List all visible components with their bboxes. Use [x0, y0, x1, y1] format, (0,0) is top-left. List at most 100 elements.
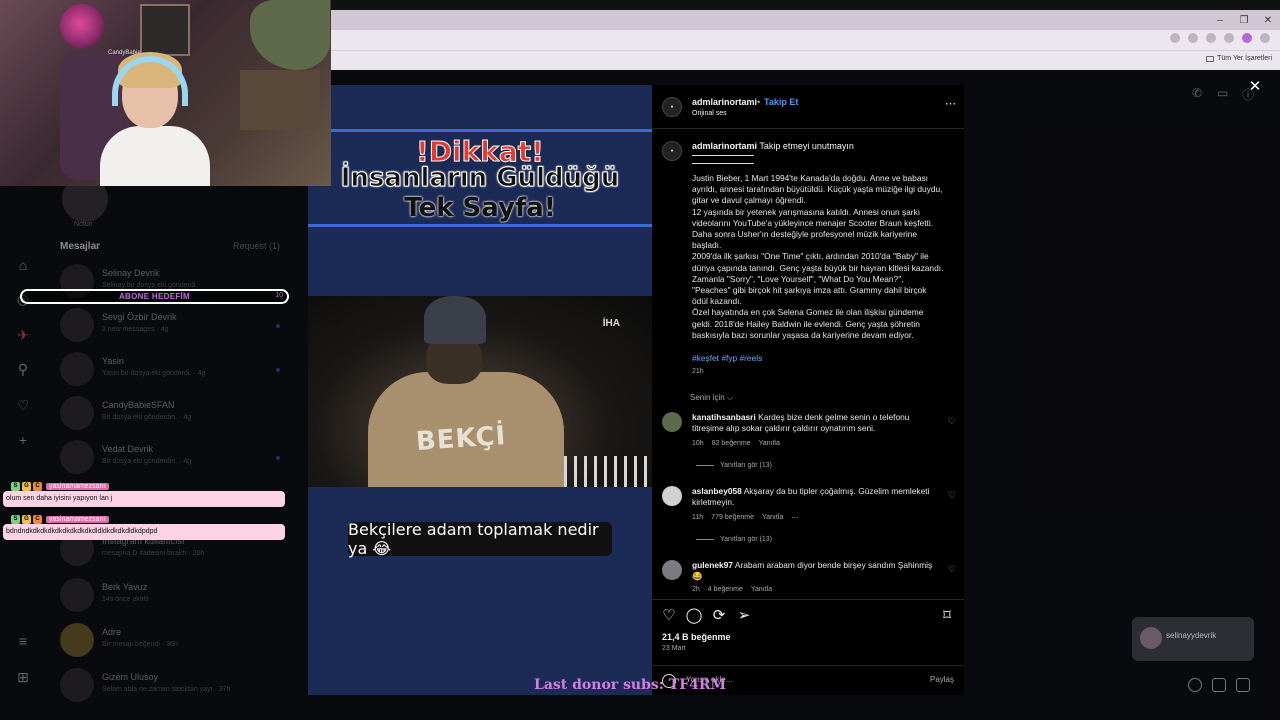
bookmarks-bar: Tüm Yer İşaretleri	[331, 50, 1280, 70]
comment-likes[interactable]: 82 beğenme	[712, 440, 751, 447]
comment-like-icon[interactable]: ♡	[948, 490, 956, 501]
chat-user-row: S G C yasinamamezsarıı	[11, 481, 109, 491]
chat-message-text: bdndndkdkdkdkdkdkdkdkdkdldldkdkdkdldkdpd…	[3, 524, 285, 540]
comment-meta: 10h 82 beğenme Yanıtla	[692, 440, 780, 447]
caption-divider	[692, 163, 754, 164]
post-panel: ● admlarinortami • Takip Et Orijinal ses…	[652, 85, 964, 695]
stream-logo	[60, 4, 104, 48]
replies-line	[696, 465, 714, 466]
minimize-button[interactable]: –	[1208, 10, 1232, 30]
comment-likes[interactable]: 779 beğenme	[711, 514, 754, 522]
caption-username[interactable]: admlarinortami	[692, 141, 757, 151]
caption-header: admlarinortami Takip etmeyi unutmayın	[692, 141, 854, 151]
chat-badge: S	[11, 481, 20, 491]
stream-logo-text: CandyBabie	[108, 50, 141, 56]
view-replies-button[interactable]: Yanıtları gör (13)	[696, 536, 772, 543]
all-bookmarks-button[interactable]: Tüm Yer İşaretleri	[1206, 55, 1272, 62]
post-media[interactable]: !Dikkat! İnsanların Güldüğü Tek Sayfa! B…	[308, 85, 652, 695]
video-call-icon: ▭	[1217, 86, 1229, 100]
video-frame[interactable]: BEKÇİ İHA	[308, 296, 652, 487]
video-uniform-text: BEKÇİ	[415, 420, 508, 458]
comment-time: 2h	[692, 586, 700, 593]
more-options-icon[interactable]: ⋯	[945, 97, 956, 110]
webcam-plant	[250, 0, 330, 70]
microphone-icon[interactable]	[1188, 678, 1202, 692]
chat-badge: G	[22, 481, 31, 491]
close-modal-icon[interactable]: ✕	[1247, 78, 1263, 95]
comment-reply-button[interactable]: Yanıtla	[751, 586, 772, 593]
extension-icon[interactable]	[1188, 33, 1198, 43]
caption-author-avatar[interactable]: ●	[662, 141, 682, 161]
all-bookmarks-label: Tüm Yer İşaretleri	[1217, 55, 1272, 62]
commenter-avatar[interactable]	[662, 486, 682, 506]
bookmark-star-icon[interactable]	[1206, 33, 1216, 43]
sticker-icon[interactable]	[1236, 678, 1250, 692]
author-avatar[interactable]: ●	[662, 97, 682, 117]
menu-kebab-icon[interactable]	[1260, 33, 1270, 43]
comment-meta: 2h 4 beğenme Yanıtla	[692, 586, 772, 593]
profile-icon[interactable]	[1242, 33, 1252, 43]
save-bookmark-icon[interactable]: ⌑	[938, 606, 956, 624]
address-bar-icons	[1170, 33, 1270, 43]
comment-sort-dropdown[interactable]: Senin için ⌵	[690, 393, 733, 403]
media-band-bottom	[308, 224, 652, 227]
media-title-line2: İnsanların Güldüğü	[340, 163, 620, 194]
caption-body: Justin Bieber, 1 Mart 1994'te Kanada'da …	[692, 173, 944, 340]
view-replies-button[interactable]: Yanıtları gör (13)	[696, 462, 772, 469]
goal-label: ABONE HEDEFİM	[118, 292, 190, 301]
caption-first-line: Takip etmeyi unutmayın	[759, 141, 854, 151]
commenter-avatar[interactable]	[662, 560, 682, 580]
zoom-icon[interactable]	[1170, 33, 1180, 43]
comment-meta: 11h 779 beğenme Yanıtla ⋯	[692, 514, 798, 522]
replies-line	[696, 539, 714, 540]
comment-like-icon[interactable]: ♡	[948, 416, 956, 427]
folder-icon	[1206, 55, 1215, 62]
streamer-webcam: CandyBabie	[0, 0, 331, 186]
phone-icon: ✆	[1192, 86, 1203, 100]
browser-chrome: – ❐ ✕ Tüm Yer İşaretleri	[331, 0, 1280, 70]
comment-text: kanatihsanbasri Kardeş bize denk gelme s…	[692, 412, 936, 434]
close-window-button[interactable]: ✕	[1256, 10, 1280, 30]
commenter-avatar[interactable]	[662, 412, 682, 432]
commenter-username[interactable]: aslanbey058	[692, 486, 742, 496]
post-header: ● admlarinortami • Takip Et Orijinal ses…	[652, 85, 964, 129]
webcam-poster	[140, 4, 190, 56]
comment-reply-button[interactable]: Yanıtla	[759, 440, 780, 447]
comment-reply-button[interactable]: Yanıtla	[762, 514, 783, 522]
share-send-icon[interactable]: ➢	[735, 606, 753, 624]
caption-hashtags[interactable]: #keşfet #fyp #reels	[692, 353, 762, 363]
chat-user-row: S G C yasinamamezsarıı	[11, 514, 109, 524]
maximize-button[interactable]: ❐	[1232, 10, 1256, 30]
post-date: 23 Mart	[662, 645, 686, 652]
comment-text: gulenek97 Arabam arabam diyor bende birş…	[692, 560, 936, 582]
comment-likes[interactable]: 4 beğenme	[708, 586, 743, 593]
post-comment-button[interactable]: Paylaş	[930, 675, 954, 684]
tab-bar	[331, 10, 1280, 30]
comment-more-icon[interactable]: ⋯	[791, 514, 798, 522]
chat-badge: C	[33, 514, 42, 524]
extensions-puzzle-icon[interactable]	[1224, 33, 1234, 43]
comment-bubble-icon[interactable]: ◯	[685, 606, 703, 624]
author-username[interactable]: admlarinortami	[692, 97, 757, 107]
follow-button[interactable]: Takip Et	[764, 97, 798, 107]
comment-like-icon[interactable]: ♡	[948, 564, 956, 575]
likes-count[interactable]: 21,4 B beğenme	[662, 632, 731, 642]
chat-badge: G	[22, 514, 31, 524]
caption-time: 21h	[692, 368, 704, 375]
message-composer-icons	[1188, 678, 1250, 692]
separator-dot: •	[757, 97, 761, 107]
image-icon[interactable]	[1212, 678, 1226, 692]
address-bar[interactable]	[331, 30, 1280, 50]
webcam-shelf	[240, 70, 320, 130]
view-replies-label: Yanıtları gör (13)	[720, 462, 773, 469]
last-donor-overlay: Last donor subs: TF4RM	[534, 677, 727, 693]
commenter-username[interactable]: gulenek97	[692, 560, 733, 570]
commenter-username[interactable]: kanatihsanbasri	[692, 412, 756, 422]
video-watermark-logo: İHA	[602, 318, 620, 329]
repost-icon[interactable]: ⟳	[710, 606, 728, 624]
post-comments-scroll[interactable]: ● admlarinortami Takip etmeyi unutmayın …	[652, 129, 964, 599]
like-heart-icon[interactable]: ♡	[660, 606, 678, 624]
video-caption: Bekçilere adam toplamak nedir ya 😂	[348, 520, 612, 558]
media-title-line3: Tek Sayfa!	[404, 193, 556, 223]
audio-label[interactable]: Orijinal ses	[692, 110, 727, 117]
